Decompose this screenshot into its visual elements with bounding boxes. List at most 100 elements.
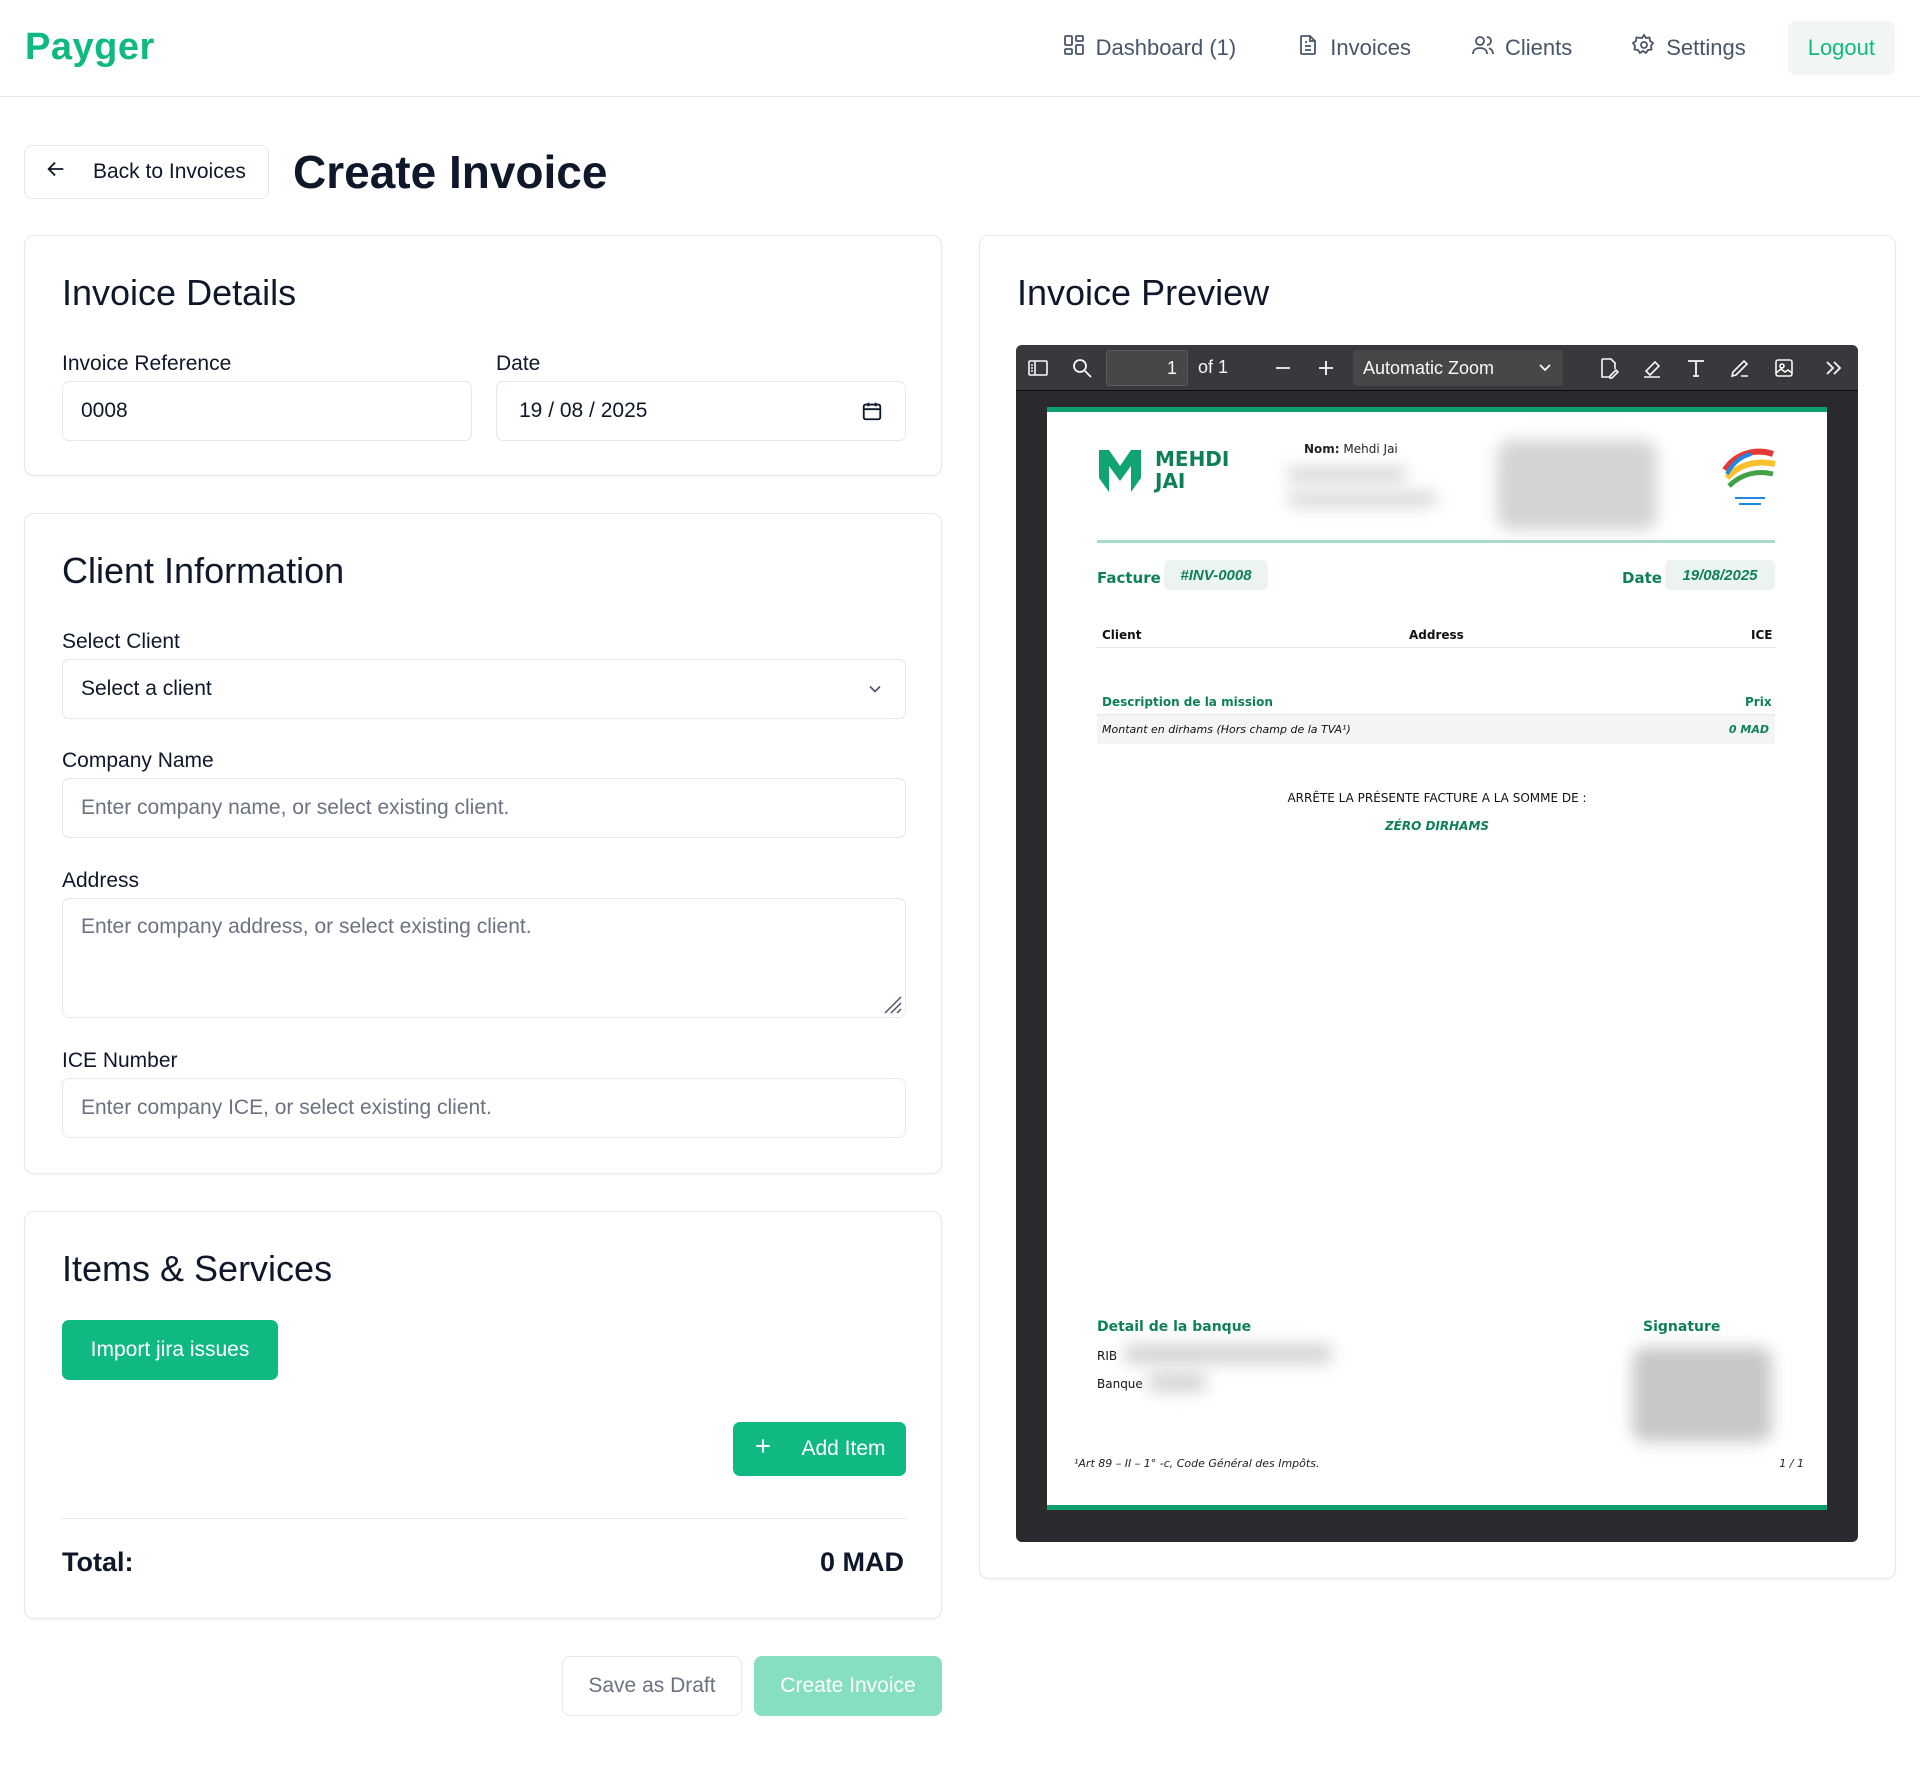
banque-label: Banque: [1097, 1377, 1143, 1391]
nav-settings[interactable]: Settings: [1631, 33, 1746, 63]
nav-invoices[interactable]: Invoices: [1296, 33, 1411, 63]
dashboard-icon: [1062, 33, 1086, 63]
ice-number-input[interactable]: Enter company ICE, or select existing cl…: [62, 1078, 906, 1138]
nav-dashboard-label: Dashboard (1): [1095, 35, 1237, 60]
invoice-details-title: Invoice Details: [62, 272, 297, 313]
nom-label: Nom:: [1304, 442, 1340, 456]
zoom-in-icon[interactable]: [1314, 356, 1338, 385]
page-counter: 1 / 1: [1779, 1457, 1804, 1470]
users-icon: [1471, 33, 1495, 63]
gear-icon: [1631, 33, 1656, 63]
import-jira-button[interactable]: Import jira issues: [62, 1320, 278, 1380]
find-icon[interactable]: [1070, 356, 1094, 385]
top-navigation: Payger Dashboard (1) Invoices Clients Se…: [0, 0, 1920, 97]
description-header: Description de la mission: [1102, 695, 1273, 709]
facture-number: #INV-0008: [1164, 560, 1268, 590]
total-label: Total:: [62, 1547, 134, 1577]
ice-column-header: ICE: [1751, 628, 1773, 642]
bank-details-title: Detail de la banque: [1097, 1319, 1252, 1335]
page-number-input[interactable]: 1: [1106, 350, 1188, 386]
address-textarea[interactable]: Enter company address, or select existin…: [62, 898, 906, 1018]
company-name-input[interactable]: Enter company name, or select existing c…: [62, 778, 906, 838]
document-icon: [1296, 33, 1320, 63]
calendar-icon[interactable]: [861, 400, 883, 428]
image-tool-icon[interactable]: [1772, 356, 1796, 385]
logo-text-line2: JAI: [1155, 469, 1186, 493]
nav-clients[interactable]: Clients: [1471, 33, 1572, 63]
zoom-chevron-icon: [1537, 350, 1553, 398]
brand-logo[interactable]: Payger: [25, 26, 155, 69]
nom-value: Mehdi Jai: [1343, 442, 1398, 456]
plus-icon: [753, 1436, 773, 1462]
amount-value: 0 MAD: [1728, 723, 1769, 736]
draw-icon[interactable]: [1728, 356, 1752, 385]
select-client-label: Select Client: [62, 630, 180, 653]
nav-invoices-label: Invoices: [1330, 35, 1411, 60]
sidebar-toggle-icon[interactable]: [1026, 356, 1050, 385]
zoom-out-icon[interactable]: [1271, 356, 1295, 385]
items-services-title: Items & Services: [62, 1248, 333, 1289]
client-column-header: Client: [1102, 628, 1142, 642]
address-column-header: Address: [1409, 628, 1464, 642]
invoice-reference-input[interactable]: 0008: [62, 381, 472, 441]
zoom-select[interactable]: Automatic Zoom: [1353, 350, 1563, 386]
invoice-details-card: Invoice Details Invoice Reference 0008 D…: [24, 235, 942, 476]
chevron-down-icon: [865, 679, 885, 705]
save-as-draft-button[interactable]: Save as Draft: [562, 1656, 742, 1716]
text-tool-icon[interactable]: [1684, 356, 1708, 385]
rib-label: RIB: [1097, 1349, 1118, 1363]
signature-title: Signature: [1643, 1319, 1721, 1335]
arrow-left-icon: [45, 158, 67, 186]
company-logo-icon: [1097, 448, 1143, 504]
redacted-rib: [1123, 1344, 1333, 1364]
logo-text-line1: MEHDI: [1155, 447, 1230, 471]
nav-clients-label: Clients: [1504, 35, 1573, 60]
double-chevron-right-icon[interactable]: [1822, 356, 1846, 385]
facture-label: Facture: [1097, 569, 1161, 587]
redacted-signature: [1632, 1347, 1772, 1442]
redacted-banque: [1147, 1372, 1207, 1392]
partner-logo-icon: [1721, 444, 1777, 514]
invoice-reference-label: Invoice Reference: [62, 352, 232, 375]
address-placeholder: Enter company address, or select existin…: [81, 915, 532, 938]
create-invoice-button[interactable]: Create Invoice: [754, 1656, 942, 1716]
pdf-viewer[interactable]: 1 of 1 Automatic Zoom MEHDI JAI Nom: Meh…: [1016, 345, 1858, 1542]
redacted-contact-1: [1287, 467, 1407, 481]
date-value: 19 / 08 / 2025: [519, 399, 648, 422]
client-table-divider: [1097, 647, 1775, 648]
add-item-button[interactable]: Add Item: [733, 1422, 906, 1476]
redacted-contact-2: [1287, 492, 1437, 506]
header-divider: [1097, 540, 1775, 543]
date-input[interactable]: 19 / 08 / 2025: [496, 381, 906, 441]
zoom-value: Automatic Zoom: [1363, 358, 1495, 378]
amount-row: Montant en dirhams (Hors champ de la TVA…: [1097, 714, 1775, 744]
company-name-label: Company Name: [62, 749, 214, 772]
items-divider: [62, 1518, 906, 1519]
page-total: of 1: [1198, 357, 1229, 377]
main-nav: Dashboard (1) Invoices Clients Settings …: [1002, 21, 1895, 75]
select-client-dropdown[interactable]: Select a client: [62, 659, 906, 719]
page-title: Create Invoice: [293, 146, 608, 198]
total-value: 0 MAD: [819, 1547, 904, 1577]
price-header: Prix: [1745, 695, 1772, 709]
highlight-icon[interactable]: [1640, 356, 1664, 385]
back-label: Back to Invoices: [93, 160, 246, 183]
arrete-text: ARRÊTE LA PRÉSENTE FACTURE A LA SOMME DE…: [1287, 791, 1587, 805]
date-doc-value: 19/08/2025: [1665, 560, 1775, 590]
client-information-title: Client Information: [62, 550, 345, 591]
resize-handle-icon[interactable]: [881, 993, 903, 1015]
date-doc-label: Date: [1622, 569, 1662, 587]
nav-settings-label: Settings: [1666, 35, 1746, 60]
items-services-card: Items & Services Import jira issues Add …: [24, 1211, 942, 1619]
nav-dashboard[interactable]: Dashboard (1): [1062, 33, 1237, 63]
client-information-card: Client Information Select Client Select …: [24, 513, 942, 1174]
address-label: Address: [62, 869, 140, 892]
date-label: Date: [496, 352, 541, 375]
nom-field: Nom: Mehdi Jai: [1304, 442, 1398, 456]
select-client-value: Select a client: [81, 677, 212, 700]
signature-icon[interactable]: [1596, 356, 1620, 385]
logout-button[interactable]: Logout: [1787, 21, 1895, 75]
pdf-page: MEHDI JAI Nom: Mehdi Jai Facture #INV-00…: [1047, 407, 1827, 1510]
add-item-label: Add Item: [801, 1437, 886, 1460]
back-to-invoices-button[interactable]: Back to Invoices: [24, 145, 269, 199]
